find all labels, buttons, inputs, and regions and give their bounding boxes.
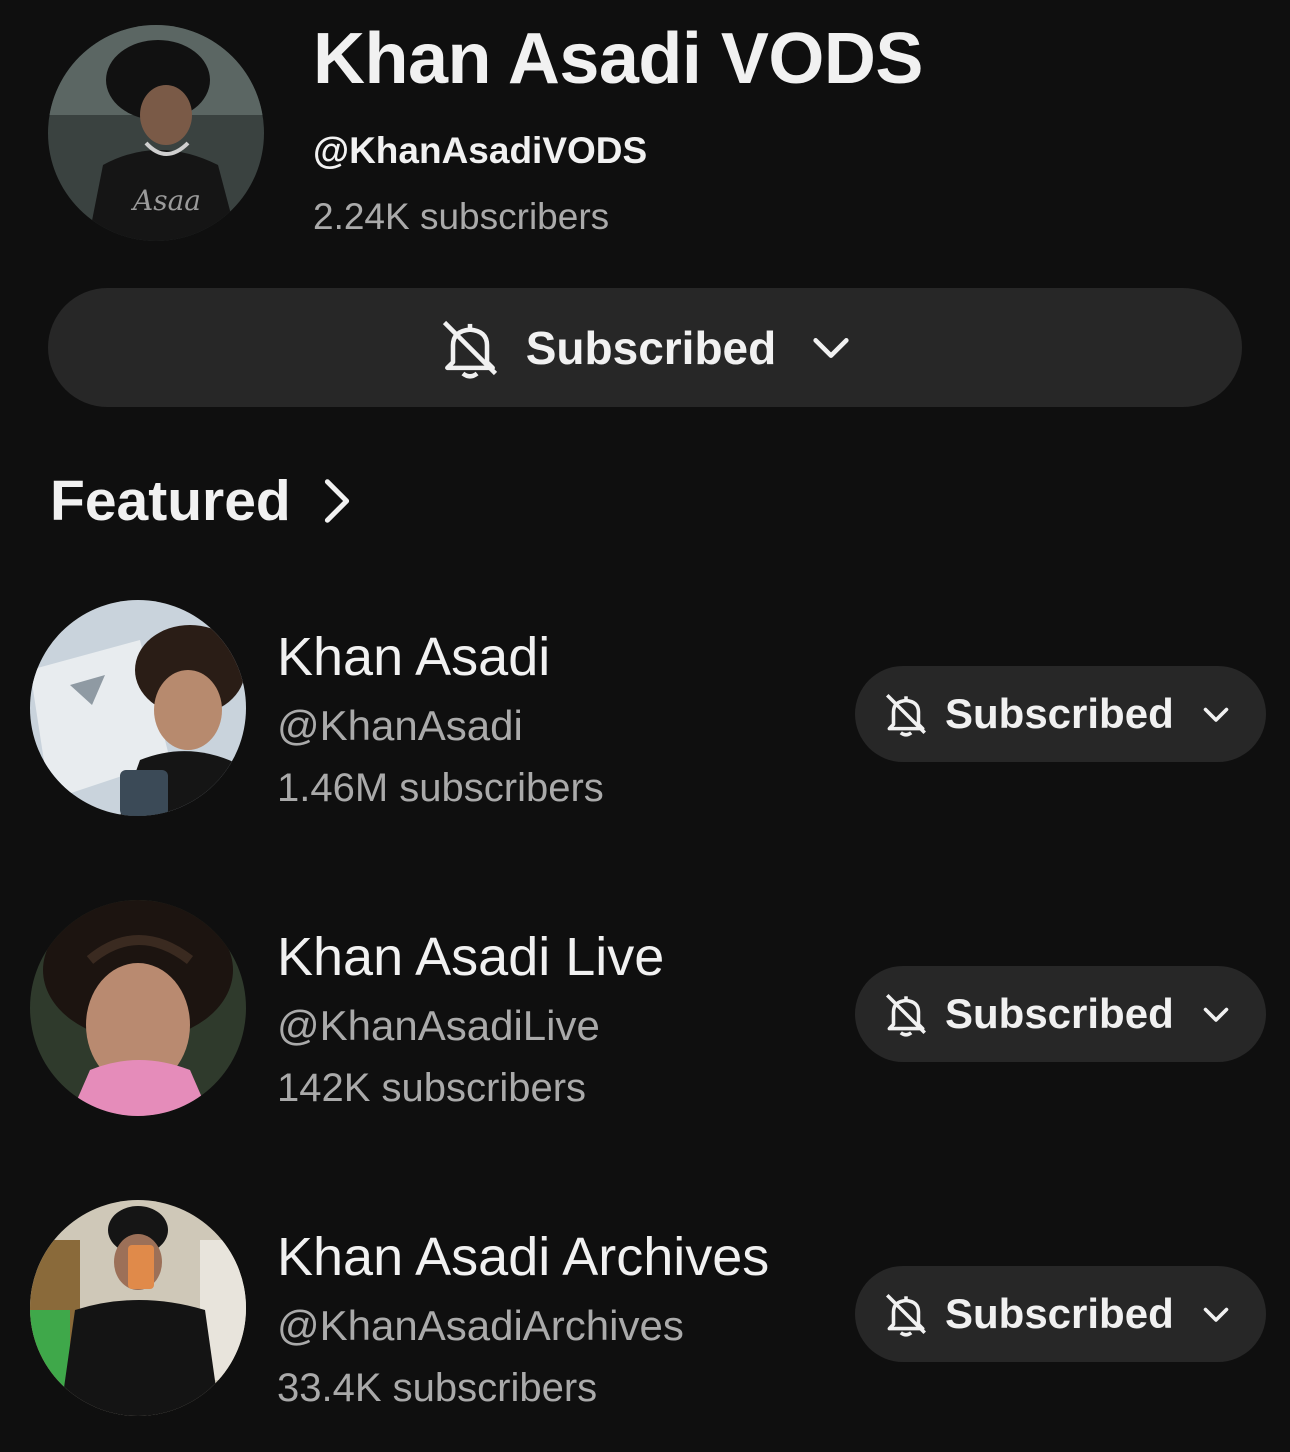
svg-text:Asaa: Asaa bbox=[130, 184, 201, 217]
chevron-down-icon bbox=[1203, 1307, 1229, 1322]
featured-title: Featured bbox=[50, 469, 291, 533]
featured-channel-subscriber-count: 1.46M subscribers bbox=[277, 766, 604, 810]
featured-channel-avatar[interactable] bbox=[30, 900, 246, 1116]
chevron-down-icon bbox=[1203, 1007, 1229, 1022]
featured-channel-name: Khan Asadi bbox=[277, 627, 551, 687]
subscribed-button-label: Subscribed bbox=[945, 1290, 1174, 1337]
avatar-photo bbox=[30, 900, 246, 1116]
subscribed-button-label: Subscribed bbox=[945, 990, 1174, 1037]
channel-handle: @KhanAsadiVODS bbox=[313, 130, 648, 171]
featured-channel-row[interactable]: Khan Asadi Live @KhanAsadiLive 142K subs… bbox=[0, 900, 1290, 1120]
avatar-photo: Asaa bbox=[48, 25, 264, 241]
featured-channel-subscriber-count: 142K subscribers bbox=[277, 1066, 587, 1110]
channel-title: Khan Asadi VODS bbox=[313, 19, 923, 99]
subscribed-button[interactable]: Subscribed bbox=[855, 666, 1266, 762]
avatar-photo bbox=[30, 1200, 246, 1416]
chevron-down-icon bbox=[1203, 707, 1229, 722]
subscribed-button[interactable]: Subscribed bbox=[855, 966, 1266, 1062]
avatar-photo bbox=[30, 600, 246, 816]
featured-channel-handle: @KhanAsadiArchives bbox=[277, 1302, 684, 1349]
subscribed-button[interactable]: Subscribed bbox=[48, 288, 1242, 407]
featured-section-link[interactable]: Featured bbox=[50, 468, 357, 534]
subscribed-button-label: Subscribed bbox=[525, 321, 777, 374]
featured-channel-handle: @KhanAsadiLive bbox=[277, 1002, 600, 1049]
featured-channel-name: Khan Asadi Live bbox=[277, 927, 665, 987]
featured-channel-row[interactable]: Khan Asadi Archives @KhanAsadiArchives 3… bbox=[0, 1200, 1290, 1420]
featured-channel-row[interactable]: Khan Asadi @KhanAsadi 1.46M subscribers … bbox=[0, 600, 1290, 820]
channel-avatar[interactable]: Asaa bbox=[48, 25, 264, 241]
featured-channel-name: Khan Asadi Archives bbox=[277, 1227, 770, 1287]
chevron-down-icon bbox=[813, 337, 849, 358]
featured-channel-subscriber-count: 33.4K subscribers bbox=[277, 1366, 598, 1410]
channel-page: Asaa Khan Asadi VODS @KhanAsadiVODS 2.24… bbox=[0, 0, 1290, 1452]
channel-subscriber-count: 2.24K subscribers bbox=[313, 196, 610, 237]
featured-channel-handle: @KhanAsadi bbox=[277, 702, 523, 749]
featured-channel-avatar[interactable] bbox=[30, 1200, 246, 1416]
bell-off-icon bbox=[885, 693, 927, 737]
bell-off-icon bbox=[442, 320, 497, 379]
bell-off-icon bbox=[885, 993, 927, 1037]
bell-off-icon bbox=[885, 1293, 927, 1337]
chevron-right-icon bbox=[324, 479, 349, 523]
subscribed-button[interactable]: Subscribed bbox=[855, 1266, 1266, 1362]
subscribed-button-label: Subscribed bbox=[945, 690, 1174, 737]
featured-channel-avatar[interactable] bbox=[30, 600, 246, 816]
